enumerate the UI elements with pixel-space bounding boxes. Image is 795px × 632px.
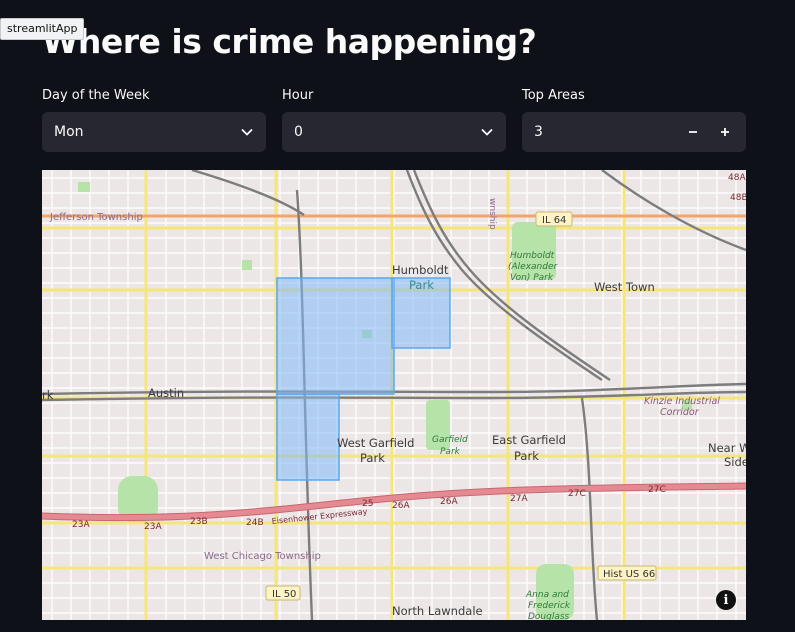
decrement-button[interactable] <box>684 123 702 141</box>
top-areas-value[interactable]: 3 <box>534 124 543 140</box>
chevron-down-icon <box>480 125 494 139</box>
svg-text:West Chicago Township: West Chicago Township <box>204 551 321 562</box>
svg-text:Humboldt: Humboldt <box>510 251 555 261</box>
svg-text:(Alexander: (Alexander <box>508 262 559 272</box>
chevron-down-icon <box>240 125 254 139</box>
app-tag: streamlitApp <box>0 18 85 40</box>
svg-text:Park: Park <box>514 449 539 463</box>
day-of-week-field: Day of the Week Mon <box>42 88 266 152</box>
map-canvas[interactable]: 23A 23A 23B 24B Eisenhower Expressway 25… <box>42 170 746 620</box>
svg-text:Park: Park <box>409 278 434 292</box>
hour-field: Hour 0 <box>282 88 506 152</box>
svg-text:Corridor: Corridor <box>660 407 700 418</box>
svg-text:23A: 23A <box>144 522 162 532</box>
svg-text:West Garfield: West Garfield <box>337 436 414 450</box>
info-icon[interactable]: i <box>716 590 736 610</box>
crime-map[interactable]: 23A 23A 23B 24B Eisenhower Expressway 25… <box>42 170 746 620</box>
svg-text:23A: 23A <box>72 520 90 530</box>
svg-text:Garfield: Garfield <box>432 435 468 445</box>
svg-text:East Garfield: East Garfield <box>492 433 566 447</box>
svg-text:Kinzie Industrial: Kinzie Industrial <box>644 396 720 407</box>
svg-text:IL 64: IL 64 <box>542 215 566 226</box>
svg-text:27C: 27C <box>648 485 666 495</box>
svg-text:48A: 48A <box>728 173 746 183</box>
hour-select[interactable]: 0 <box>282 112 506 152</box>
svg-text:27C: 27C <box>568 489 586 499</box>
svg-text:West Town: West Town <box>594 280 655 294</box>
svg-text:Side: Side <box>724 455 746 469</box>
svg-text:Von) Park: Von) Park <box>510 273 554 283</box>
svg-text:27A: 27A <box>510 494 528 504</box>
svg-text:Douglass: Douglass <box>528 612 570 620</box>
top-areas-field: Top Areas 3 <box>522 88 746 152</box>
hour-label: Hour <box>282 88 314 103</box>
svg-text:Austin: Austin <box>148 386 184 400</box>
top-areas-number-input[interactable]: 3 <box>522 112 746 152</box>
svg-text:26A: 26A <box>440 497 458 507</box>
top-areas-label: Top Areas <box>522 88 585 103</box>
increment-button[interactable] <box>716 123 734 141</box>
svg-text:Humboldt: Humboldt <box>392 263 449 277</box>
parks <box>78 182 692 620</box>
svg-text:IL 50: IL 50 <box>272 589 296 600</box>
svg-text:Park: Park <box>440 447 461 457</box>
svg-text:Hist US 66: Hist US 66 <box>603 569 655 580</box>
svg-text:26A: 26A <box>392 501 410 511</box>
svg-text:23B: 23B <box>190 517 208 527</box>
svg-text:Jefferson Township: Jefferson Township <box>49 212 143 223</box>
svg-text:rk: rk <box>42 388 54 402</box>
svg-text:North Lawndale: North Lawndale <box>392 604 483 618</box>
svg-text:wnship: wnship <box>487 198 497 230</box>
svg-text:24B: 24B <box>246 518 264 528</box>
svg-text:25: 25 <box>362 499 373 509</box>
day-of-week-label: Day of the Week <box>42 88 150 103</box>
svg-text:Park: Park <box>360 451 385 465</box>
svg-text:Near W: Near W <box>708 441 746 455</box>
page-title: Where is crime happening? <box>42 22 537 61</box>
svg-text:Frederick: Frederick <box>528 601 571 611</box>
day-of-week-value: Mon <box>54 124 84 140</box>
svg-text:Anna and: Anna and <box>525 590 569 600</box>
hour-value: 0 <box>294 124 303 140</box>
day-of-week-select[interactable]: Mon <box>42 112 266 152</box>
svg-text:48B: 48B <box>730 193 746 203</box>
